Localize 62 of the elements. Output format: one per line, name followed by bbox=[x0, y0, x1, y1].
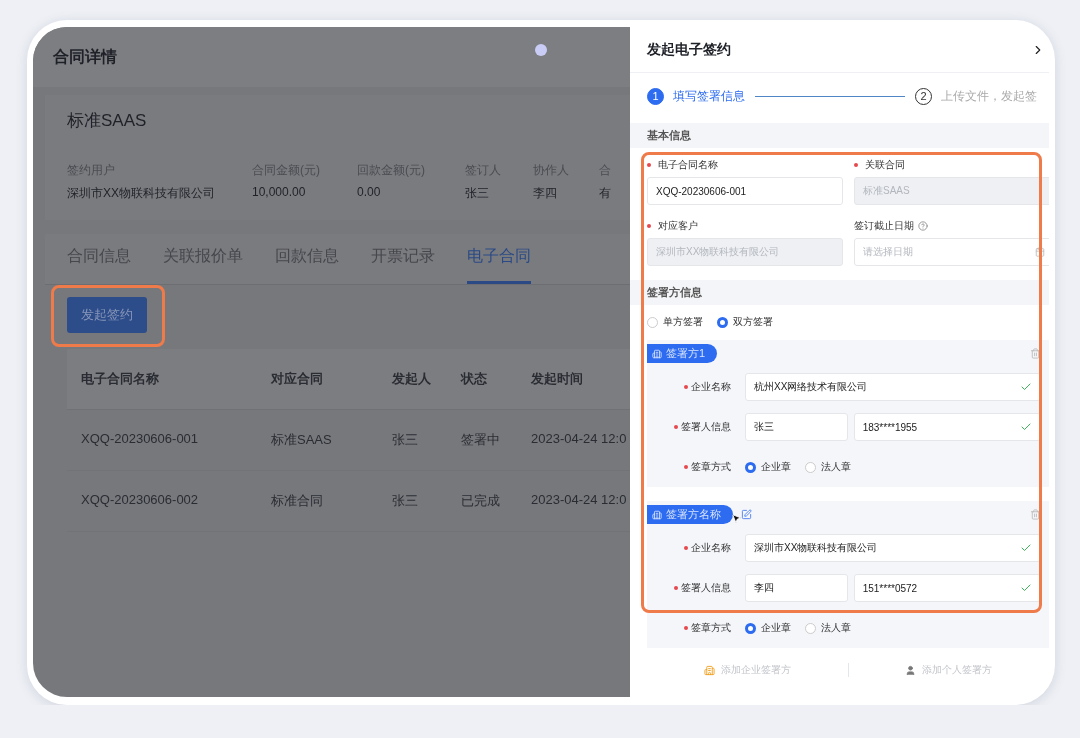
input-field[interactable]: 杭州XX网络技术有限公司 bbox=[745, 373, 1041, 401]
input-field[interactable]: 张三 bbox=[745, 413, 848, 441]
edit-icon[interactable] bbox=[741, 509, 752, 520]
section-heading: 签署方信息 bbox=[630, 280, 1049, 305]
table-cell: 标准SAAS bbox=[257, 410, 378, 471]
field-label: 企业名称 bbox=[691, 381, 731, 392]
person-icon bbox=[905, 664, 917, 676]
delete-icon[interactable] bbox=[1030, 509, 1041, 520]
building-icon bbox=[652, 348, 662, 359]
table-cell: XQQ-20230606-001 bbox=[67, 410, 257, 471]
info-value: 10,000.00 bbox=[252, 185, 307, 199]
page-title: 合同详情 bbox=[53, 46, 117, 67]
radio-option[interactable]: 企业章 bbox=[745, 460, 791, 474]
field-label: 对应客户 bbox=[658, 219, 698, 233]
column-header: 发起人 bbox=[378, 349, 447, 410]
field-label: 签章方式 bbox=[691, 622, 731, 633]
table-cell: 已完成 bbox=[447, 471, 517, 532]
input-field[interactable]: XQQ-20230606-001 bbox=[647, 177, 843, 205]
calendar-icon bbox=[1035, 247, 1045, 257]
info-value: 张三 bbox=[465, 185, 490, 202]
step-number: 2 bbox=[915, 87, 932, 105]
section-heading: 基本信息 bbox=[630, 123, 1049, 148]
field-label: 签署人信息 bbox=[681, 421, 731, 432]
radio-option[interactable]: 法人章 bbox=[805, 460, 851, 474]
input-field[interactable]: 151****0572 bbox=[853, 574, 1041, 602]
radio-option[interactable]: 法人章 bbox=[805, 621, 851, 635]
delete-icon[interactable] bbox=[1030, 348, 1041, 359]
radio-option[interactable]: 双方签署 bbox=[717, 315, 773, 329]
table-cell: 签署中 bbox=[447, 410, 517, 471]
step-label: 填写签署信息 bbox=[673, 87, 745, 105]
info-value: 有 bbox=[599, 185, 612, 202]
table-cell: 标准合同 bbox=[257, 471, 378, 532]
building-icon bbox=[703, 664, 715, 676]
contract-name: 标准SAAS bbox=[67, 110, 148, 132]
info-value: 深圳市XX物联科技有限公司 bbox=[67, 185, 216, 202]
table-cell: XQQ-20230606-002 bbox=[67, 471, 257, 532]
field-label: 签署人信息 bbox=[681, 582, 731, 593]
signer-tag: 签署方1 bbox=[647, 344, 718, 363]
field-label: 企业名称 bbox=[691, 542, 731, 553]
field-label: 关联合同 bbox=[865, 158, 905, 172]
step-number: 1 bbox=[647, 87, 664, 105]
cursor-icon bbox=[731, 513, 742, 524]
field-label: 电子合同名称 bbox=[658, 158, 718, 172]
field-label: 签订截止日期 bbox=[854, 219, 914, 233]
drawer-title: 发起电子签约 bbox=[647, 40, 731, 59]
input-field[interactable]: 李四 bbox=[745, 574, 848, 602]
help-icon[interactable] bbox=[918, 221, 928, 231]
signer-tag: 签署方名称 bbox=[647, 505, 733, 524]
info-value: 0.00 bbox=[357, 185, 382, 199]
radio-option[interactable]: 企业章 bbox=[745, 621, 791, 635]
step-label: 上传文件，发起签 bbox=[941, 87, 1037, 105]
radio-option[interactable]: 单方签署 bbox=[647, 315, 703, 329]
building-icon bbox=[652, 509, 662, 520]
column-header: 状态 bbox=[447, 349, 517, 410]
info-value: 李四 bbox=[533, 185, 558, 202]
table-cell: 张三 bbox=[378, 410, 447, 471]
input-field[interactable]: 183****1955 bbox=[853, 413, 1041, 441]
table-cell: 张三 bbox=[378, 471, 447, 532]
input-field[interactable]: 深圳市XX物联科技有限公司 bbox=[745, 534, 1041, 562]
column-header: 对应合同 bbox=[257, 349, 378, 410]
column-header: 电子合同名称 bbox=[67, 349, 257, 410]
field-label: 签章方式 bbox=[691, 461, 731, 472]
